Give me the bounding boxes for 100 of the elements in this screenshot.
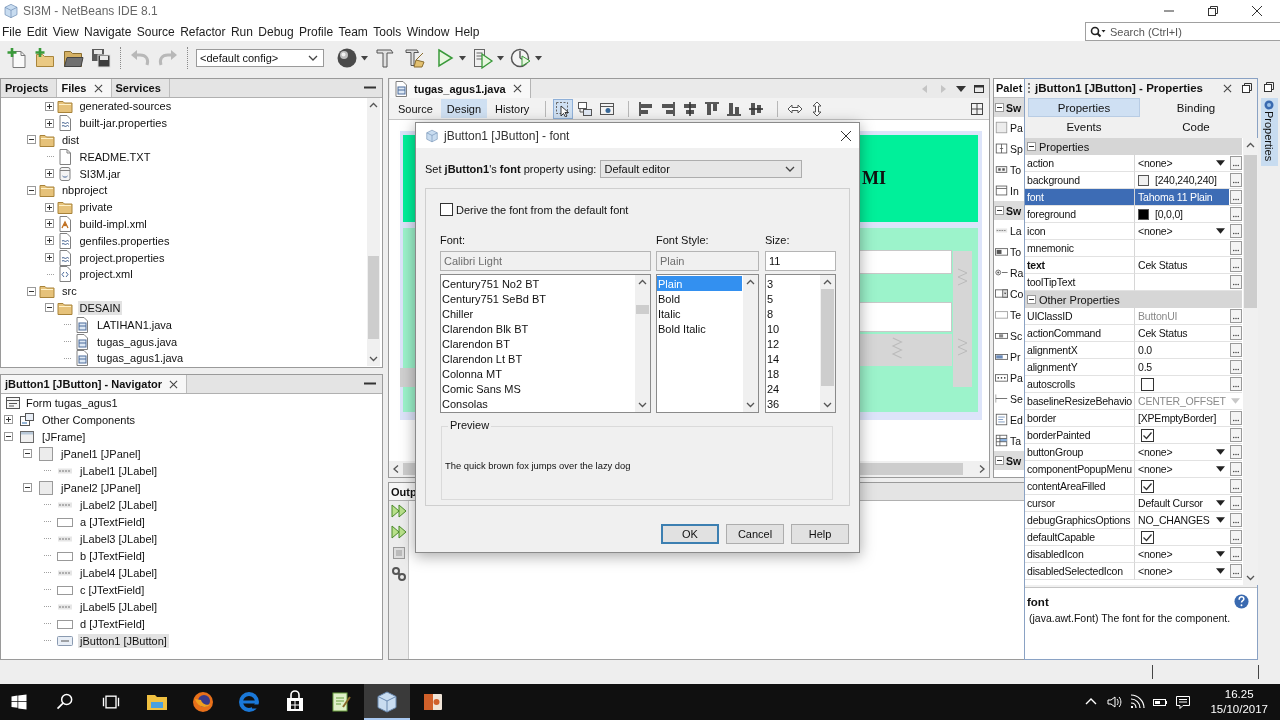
property-name[interactable]: disabledIcon	[1025, 546, 1135, 563]
palette-item[interactable]: Pa	[1010, 121, 1023, 134]
disks-icon[interactable]	[90, 47, 112, 69]
palette-item[interactable]: Ra	[1010, 266, 1024, 279]
minimize-icon[interactable]	[364, 382, 376, 385]
category-label[interactable]: Sw	[1006, 101, 1022, 114]
property-name[interactable]: contentAreaFilled	[1025, 478, 1135, 495]
palette-item[interactable]: Te	[1010, 308, 1022, 321]
category-label[interactable]: Sw	[1006, 204, 1022, 217]
property-name[interactable]: componentPopupMenu	[1025, 461, 1135, 478]
more-button[interactable]	[1229, 360, 1242, 374]
tree-item[interactable]: DESAIN	[77, 300, 123, 315]
menu-item[interactable]: Run	[230, 24, 253, 39]
property-name[interactable]: foreground	[1025, 206, 1135, 223]
property-name[interactable]: autoscrolls	[1025, 376, 1135, 393]
menu-item[interactable]: Window	[406, 24, 450, 39]
tree-item[interactable]: project.xml	[77, 267, 135, 282]
text-field[interactable]: 11	[765, 251, 836, 271]
checkbox[interactable]	[1141, 428, 1154, 442]
property-value[interactable]: <none>	[1138, 463, 1173, 475]
property-value[interactable]: <none>	[1138, 565, 1173, 577]
view-tab[interactable]: Source	[392, 99, 439, 118]
caret-icon[interactable]	[1216, 160, 1225, 166]
collapse-icon[interactable]	[4, 432, 13, 441]
collapse-icon[interactable]	[995, 206, 1004, 215]
property-value[interactable]: Cek Status	[1138, 259, 1188, 271]
view-tab[interactable]: History	[489, 99, 536, 118]
list-item[interactable]: 24	[766, 381, 784, 396]
checkbox[interactable]	[1141, 479, 1154, 493]
menu-item[interactable]: Tools	[373, 24, 402, 39]
collapse-icon[interactable]	[23, 483, 32, 492]
editor-tab[interactable]: tugas_agus1.java	[390, 79, 531, 98]
menu-item[interactable]: Team	[338, 24, 368, 39]
property-name[interactable]: action	[1025, 155, 1135, 172]
scrollbar[interactable]	[820, 275, 835, 412]
collapse-icon[interactable]	[1027, 142, 1036, 151]
property-name[interactable]: alignmentY	[1025, 359, 1135, 376]
property-value[interactable]: <none>	[1138, 548, 1173, 560]
tree-item[interactable]: nbproject	[60, 183, 110, 198]
tree-item[interactable]: build-impl.xml	[77, 216, 149, 231]
more-button[interactable]	[1229, 428, 1242, 442]
expand-icon[interactable]	[44, 219, 54, 229]
property-name[interactable]: icon	[1025, 223, 1135, 240]
property-name[interactable]: debugGraphicsOptions	[1025, 512, 1135, 529]
more-button[interactable]	[1229, 190, 1242, 204]
palette-item[interactable]: Ed	[1010, 413, 1023, 426]
debug-play-icon[interactable]	[472, 47, 494, 69]
more-button[interactable]	[1229, 173, 1242, 187]
close-icon[interactable]	[93, 83, 103, 93]
tree-item[interactable]: jLabel4 [JLabel]	[78, 565, 160, 580]
expand-icon[interactable]	[4, 415, 13, 424]
maximize-icon[interactable]	[974, 83, 984, 94]
cube-icon[interactable]	[375, 690, 399, 714]
start-icon[interactable]	[10, 693, 28, 711]
expand-icon[interactable]	[44, 202, 54, 212]
palette-item[interactable]: Pr	[1010, 350, 1021, 363]
expand-icon[interactable]	[44, 236, 54, 246]
tab[interactable]: Code	[1140, 117, 1252, 136]
collapse-icon[interactable]	[23, 449, 32, 458]
property-name[interactable]: toolTipText	[1025, 274, 1135, 291]
view-tab[interactable]: Design	[440, 99, 488, 118]
panel-tab[interactable]: Files	[57, 79, 112, 97]
settings-icon[interactable]	[390, 566, 407, 582]
expand-icon[interactable]	[44, 169, 54, 179]
tree-item[interactable]: jLabel3 [JLabel]	[78, 531, 160, 546]
checkbox[interactable]	[440, 203, 453, 216]
menu-item[interactable]: Debug	[258, 24, 294, 39]
double-play-icon[interactable]	[390, 503, 407, 519]
expand-icon[interactable]	[44, 253, 54, 263]
list-item[interactable]: 3	[766, 276, 778, 291]
tree-item[interactable]: Form tugas_agus1	[24, 395, 120, 410]
list-item[interactable]: 18	[766, 366, 784, 381]
caret-icon[interactable]	[1216, 449, 1225, 455]
tree-item[interactable]: jPanel1 [JPanel]	[59, 446, 143, 461]
menu-item[interactable]: Profile	[299, 24, 334, 39]
minimize-icon[interactable]	[364, 86, 376, 89]
tab[interactable]: Events	[1028, 117, 1140, 136]
tree-item[interactable]: SI3M.jar	[77, 166, 123, 181]
tree-item[interactable]: jLabel1 [JLabel]	[78, 463, 160, 478]
property-name[interactable]: mnemonic	[1025, 240, 1135, 257]
notification-icon[interactable]	[1175, 694, 1192, 710]
scrollbar[interactable]	[635, 275, 650, 412]
caret-icon[interactable]	[1216, 568, 1225, 574]
double-play-icon[interactable]	[390, 524, 407, 540]
palette-item[interactable]: Ta	[1010, 434, 1022, 447]
palette-item[interactable]: To	[1010, 245, 1022, 258]
property-value[interactable]: CENTER_OFFSET	[1138, 395, 1226, 407]
align-right-icon[interactable]	[659, 99, 678, 118]
property-name[interactable]: defaultCapable	[1025, 529, 1135, 546]
dialog-button[interactable]: OK	[661, 524, 719, 544]
property-value[interactable]: <none>	[1138, 225, 1173, 237]
more-button[interactable]	[1229, 241, 1242, 255]
caret-icon[interactable]	[361, 55, 368, 61]
dialog-button[interactable]: Cancel	[726, 524, 784, 544]
menu-item[interactable]: Navigate	[84, 24, 132, 39]
more-button[interactable]	[1229, 309, 1242, 323]
expand-icon[interactable]	[44, 101, 54, 111]
wifi-icon[interactable]	[1129, 694, 1146, 710]
checkbox-label[interactable]: Derive the font from the default font	[456, 203, 629, 216]
close-icon[interactable]	[512, 84, 522, 93]
